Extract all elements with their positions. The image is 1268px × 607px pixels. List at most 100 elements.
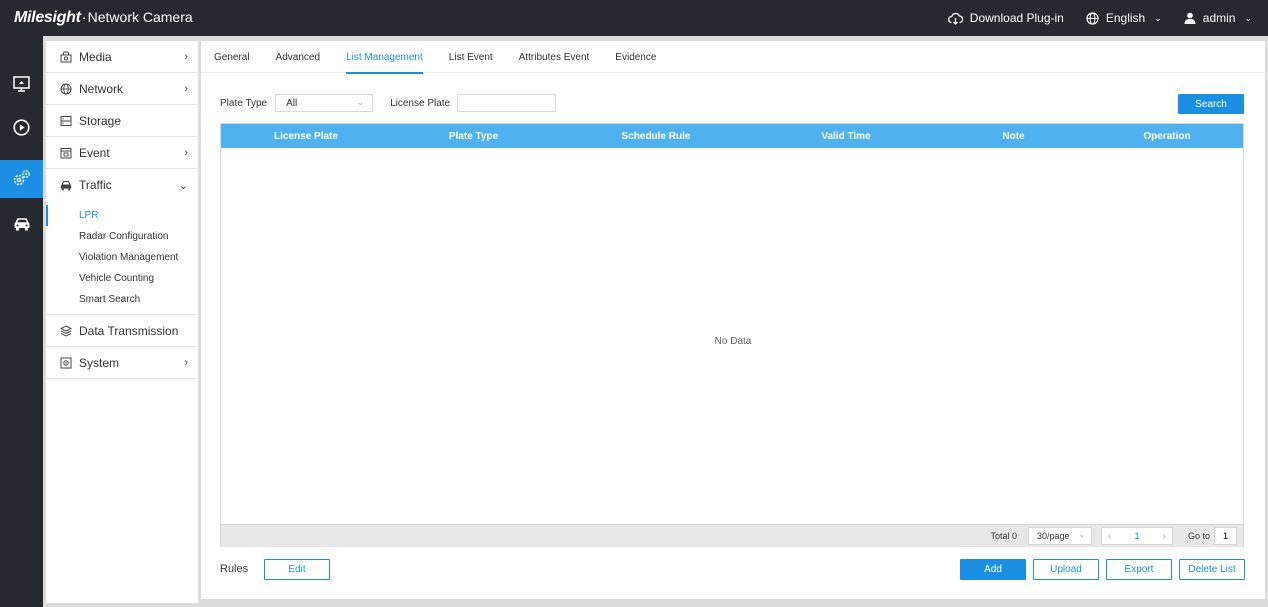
page-navigator: ‹ 1 › [1100,527,1173,545]
tab-attributes-event[interactable]: Attributes Event [506,41,603,73]
submenu-item-vehicle-counting[interactable]: Vehicle Counting [46,268,198,289]
menu-item-label: Traffic [79,178,112,192]
brand-name: Milesight [14,9,81,26]
menu-item-label: Storage [79,113,122,128]
delete-list-button[interactable]: Delete List [1179,559,1245,580]
menu-item-network[interactable]: Network › [46,73,198,105]
filter-bar: Plate Type All ⌄ License Plate [220,94,557,112]
chevron-down-icon: ⌄ [1244,12,1252,23]
top-bar: Milesight · Network Camera Download Plug… [0,0,1268,36]
list-table: License Plate Plate Type Schedule Rule V… [220,123,1244,547]
download-plugin-link[interactable]: Download Plug-in [947,11,1064,25]
chevron-right-icon: › [184,82,188,95]
rail-playback[interactable] [0,110,43,148]
menu-item-storage[interactable]: Storage [46,105,198,137]
chevron-right-icon: › [184,50,188,63]
tab-list-event[interactable]: List Event [436,41,506,73]
menu-item-label: Event [79,145,110,160]
event-icon [60,147,72,159]
main-content: General Advanced List Management List Ev… [201,41,1265,599]
chevron-down-icon: ⌄ [356,97,365,107]
brand-logo: Milesight · Network Camera [14,9,193,27]
left-rail [0,36,43,607]
layers-icon [60,324,72,337]
rail-live-view[interactable] [0,66,43,104]
car-icon [60,179,72,191]
menu-item-traffic[interactable]: Traffic ⌄ [46,169,198,201]
rail-settings[interactable] [0,160,43,198]
submenu-item-lpr[interactable]: LPR [46,205,198,226]
license-plate-input[interactable] [457,94,557,112]
user-icon [1184,12,1196,24]
settings-icon [12,168,32,191]
menu-item-media[interactable]: Media › [46,41,198,73]
menu-item-event[interactable]: Event › [46,137,198,169]
add-button[interactable]: Add [960,559,1026,580]
globe-icon [60,83,72,95]
plate-type-label: Plate Type [220,97,268,109]
product-name: Network Camera [87,9,193,25]
language-label: English [1105,11,1146,25]
goto-page-input[interactable] [1214,527,1237,545]
submenu-item-violation-management[interactable]: Violation Management [46,247,198,268]
menu-item-label: Data Transmission [79,323,179,338]
page-size-value: 30/page [1036,531,1070,541]
page-size-select[interactable]: 30/page ⌄ [1027,527,1092,545]
storage-icon [60,115,72,127]
column-header-operation[interactable]: Operation [1091,131,1243,142]
submenu-item-radar-configuration[interactable]: Radar Configuration [46,226,198,247]
current-page[interactable]: 1 [1134,531,1139,541]
next-page-button[interactable]: › [1163,531,1166,542]
download-plugin-label: Download Plug-in [969,11,1064,25]
plate-type-select[interactable]: All ⌄ [275,94,374,112]
column-header-plate-type[interactable]: Plate Type [391,131,556,142]
menu-item-label: Media [79,49,112,64]
tab-general[interactable]: General [214,41,263,73]
menu-item-label: System [79,355,120,370]
pagination: Total 0 30/page ⌄ ‹ 1 › Go to [221,524,1243,547]
tab-bar: General Advanced List Management List Ev… [201,41,1265,74]
traffic-submenu: LPR Radar Configuration Violation Manage… [46,201,198,315]
tab-advanced[interactable]: Advanced [263,41,333,73]
menu-item-system[interactable]: System › [46,347,198,379]
goto-label: Go to [1187,531,1210,541]
rules-label: Rules [220,563,249,575]
menu-item-label: Network [79,81,124,96]
playback-icon [13,119,30,139]
download-icon [947,12,963,25]
upload-button[interactable]: Upload [1033,559,1099,580]
tab-evidence[interactable]: Evidence [602,41,669,73]
submenu-item-smart-search[interactable]: Smart Search [46,289,198,310]
empty-state-text: No Data [714,336,752,347]
chevron-down-icon: ⌄ [178,179,188,192]
plate-type-value: All [286,97,298,109]
column-header-schedule-rule[interactable]: Schedule Rule [556,131,756,142]
tab-list-management[interactable]: List Management [333,41,436,74]
user-label: admin [1202,11,1236,25]
vehicle-icon [13,217,31,234]
brand-separator: · [81,9,87,26]
column-header-license-plate[interactable]: License Plate [221,131,391,142]
globe-icon [1086,11,1099,25]
chevron-down-icon: ⌄ [1154,12,1162,23]
edit-rules-button[interactable]: Edit [264,559,330,580]
column-header-valid-time[interactable]: Valid Time [756,131,936,142]
chevron-right-icon: › [184,146,188,159]
menu-item-data-transmission[interactable]: Data Transmission [46,315,198,347]
monitor-icon [13,75,30,95]
system-icon [60,357,72,369]
column-header-note[interactable]: Note [936,131,1091,142]
table-header: License Plate Plate Type Schedule Rule V… [221,124,1243,148]
license-plate-label: License Plate [390,97,451,109]
rail-vehicle[interactable] [0,206,43,244]
media-icon [60,51,72,63]
search-button[interactable]: Search [1178,94,1244,114]
settings-menu: Media › Network › Storage Event › Traffi… [46,41,199,603]
language-dropdown[interactable]: English ⌄ [1086,11,1162,25]
total-count: Total 0 [990,531,1017,541]
prev-page-button[interactable]: ‹ [1108,531,1111,542]
user-menu[interactable]: admin ⌄ [1184,11,1252,25]
export-button[interactable]: Export [1106,559,1172,580]
chevron-right-icon: › [184,356,188,369]
chevron-down-icon: ⌄ [1078,530,1085,539]
